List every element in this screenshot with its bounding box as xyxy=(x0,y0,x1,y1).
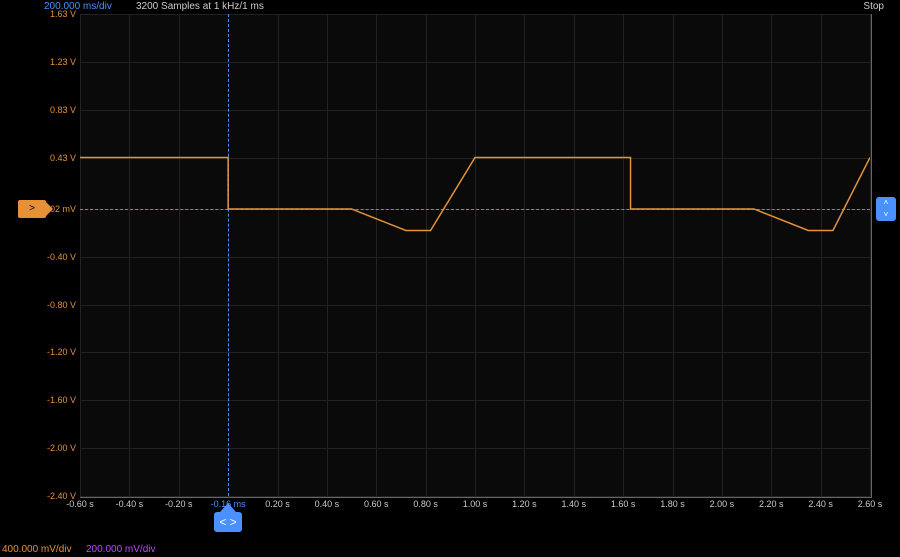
ch2-zero-line xyxy=(80,209,870,210)
chevron-down-icon: ˅ xyxy=(876,209,896,221)
y-tick-label: 1.63 V xyxy=(4,9,76,19)
chevron-up-icon: ˄ xyxy=(876,197,896,209)
chevron-right-icon: > xyxy=(29,203,35,214)
x-tick-label: 1.80 s xyxy=(651,499,695,509)
y-tick-label: -0.80 V xyxy=(4,300,76,310)
x-tick-label: 2.20 s xyxy=(749,499,793,509)
gridline-v xyxy=(179,14,180,496)
x-tick-label: 2.60 s xyxy=(848,499,892,509)
x-tick-label: 1.40 s xyxy=(552,499,596,509)
time-cursor-handle[interactable]: < > xyxy=(214,512,242,532)
x-tick-label: 0.40 s xyxy=(305,499,349,509)
gridline-v xyxy=(870,14,871,496)
gridline-v xyxy=(426,14,427,496)
gridline-h xyxy=(80,496,870,497)
drag-horizontal-icon: < > xyxy=(219,515,236,529)
sample-info: 3200 Samples at 1 kHz/1 ms xyxy=(136,2,264,12)
bottom-status-bar: 400.000 mV/div 200.000 mV/div xyxy=(0,541,900,557)
gridline-v xyxy=(524,14,525,496)
gridline-v xyxy=(771,14,772,496)
gridline-v xyxy=(278,14,279,496)
y-tick-label: 0.83 V xyxy=(4,105,76,115)
x-tick-label: 1.00 s xyxy=(453,499,497,509)
x-tick-label: 1.60 s xyxy=(601,499,645,509)
time-cursor-line[interactable] xyxy=(228,14,229,496)
gridline-v xyxy=(574,14,575,496)
gridline-v xyxy=(376,14,377,496)
time-cursor-readout: -0.16 ms xyxy=(211,499,246,509)
gridline-v xyxy=(80,14,81,496)
gridline-v xyxy=(475,14,476,496)
gridline-v xyxy=(129,14,130,496)
y-tick-label: 1.23 V xyxy=(4,57,76,67)
x-tick-label: 1.20 s xyxy=(502,499,546,509)
x-tick-label: -0.60 s xyxy=(58,499,102,509)
x-tick-label: 0.80 s xyxy=(404,499,448,509)
ch2-offset-handle[interactable]: ˄ ˅ xyxy=(876,197,896,221)
y-tick-label: -0.40 V xyxy=(4,252,76,262)
x-tick-label: 0.20 s xyxy=(256,499,300,509)
x-tick-label: -0.40 s xyxy=(107,499,151,509)
y-tick-label: -1.60 V xyxy=(4,395,76,405)
ch1-offset-handle[interactable]: > xyxy=(18,200,46,218)
ch1-scale-readout[interactable]: 400.000 mV/div xyxy=(2,544,72,555)
gridline-v xyxy=(821,14,822,496)
x-tick-label: 0.60 s xyxy=(354,499,398,509)
x-tick-label: -0.20 s xyxy=(157,499,201,509)
y-tick-label: -1.20 V xyxy=(4,347,76,357)
ch2-scale-readout[interactable]: 200.000 mV/div xyxy=(86,544,156,555)
gridline-v xyxy=(673,14,674,496)
gridline-v xyxy=(623,14,624,496)
top-status-bar: 200.000 ms/div 3200 Samples at 1 kHz/1 m… xyxy=(0,0,900,14)
gridline-v xyxy=(722,14,723,496)
gridline-v xyxy=(327,14,328,496)
run-status[interactable]: Stop xyxy=(863,2,884,12)
y-tick-label: -2.00 V xyxy=(4,443,76,453)
x-tick-label: 2.00 s xyxy=(700,499,744,509)
y-tick-label: 0.43 V xyxy=(4,153,76,163)
x-tick-label: 2.40 s xyxy=(799,499,843,509)
